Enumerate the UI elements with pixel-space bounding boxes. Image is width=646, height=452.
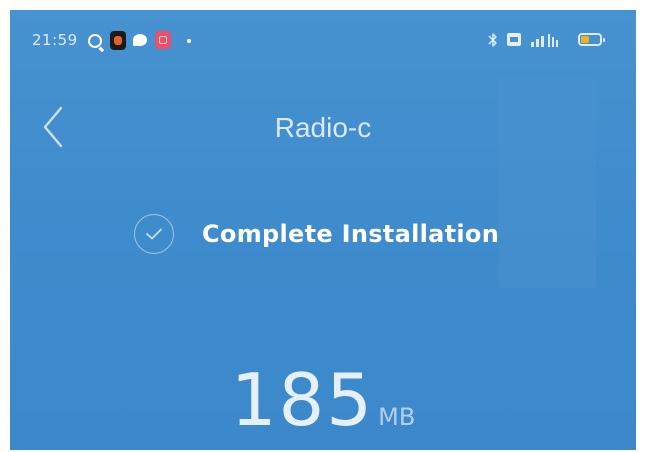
app-screen: 21:59 Radio-c Complete Installation 185 … — [10, 10, 636, 450]
install-status-text: Complete Installation — [202, 220, 500, 248]
status-bar: 21:59 — [10, 28, 636, 54]
battery-icon — [578, 33, 605, 46]
app-icon-red — [155, 31, 171, 49]
install-status: Complete Installation — [134, 208, 499, 260]
check-circle-icon — [134, 214, 174, 254]
signal-icon — [531, 34, 558, 47]
dot-icon — [187, 39, 191, 43]
status-time: 21:59 — [32, 31, 78, 49]
size-unit: MB — [378, 403, 416, 431]
search-icon — [88, 34, 102, 48]
download-size: 185 MB — [10, 358, 636, 442]
check-icon — [146, 228, 162, 240]
sim-icon — [507, 33, 521, 46]
chat-icon — [133, 34, 147, 46]
size-value: 185 — [230, 358, 375, 442]
app-icon-black — [110, 31, 126, 50]
page-title: Radio-c — [274, 112, 372, 143]
background-overlay — [498, 78, 596, 288]
bluetooth-icon — [488, 33, 497, 47]
